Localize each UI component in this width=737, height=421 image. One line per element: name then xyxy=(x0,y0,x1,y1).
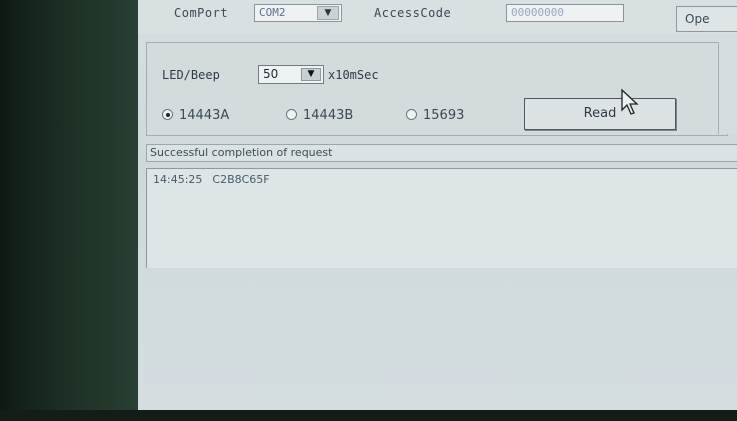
log-output[interactable]: 14:45:25 C2B8C65F xyxy=(146,168,737,268)
radio-selected-icon[interactable] xyxy=(162,109,173,120)
log-uid: C2B8C65F xyxy=(212,173,270,186)
monitor-frame-bottom xyxy=(0,410,737,421)
comport-select[interactable]: COM2 ▼ xyxy=(254,4,342,22)
status-bar: Successful completion of request xyxy=(146,144,737,162)
monitor-bezel xyxy=(0,0,148,421)
radio-unselected-icon[interactable] xyxy=(406,109,417,120)
led-beep-value: 50 xyxy=(263,67,279,81)
radio-label: 15693 xyxy=(423,108,465,123)
chevron-down-icon[interactable]: ▼ xyxy=(301,68,321,81)
toolbar: ComPort COM2 ▼ AccessCode 00000000 Ope xyxy=(138,0,737,34)
open-button[interactable]: Ope xyxy=(676,6,737,32)
access-code-label: AccessCode xyxy=(374,6,452,20)
radio-14443a[interactable]: 14443A xyxy=(162,108,229,123)
comport-value: COM2 xyxy=(259,6,286,19)
app-window: ComPort COM2 ▼ AccessCode 00000000 Ope L… xyxy=(138,0,737,410)
log-time: 14:45:25 xyxy=(153,173,203,186)
led-beep-label: LED/Beep xyxy=(162,68,220,82)
comport-label: ComPort xyxy=(174,6,229,20)
radio-15693[interactable]: 15693 xyxy=(406,108,464,123)
side-panel xyxy=(718,42,737,134)
status-text: Successful completion of request xyxy=(150,146,333,159)
mouse-cursor-icon xyxy=(621,88,639,115)
read-button-label: Read xyxy=(583,106,617,121)
log-entry: 14:45:25 C2B8C65F xyxy=(153,173,280,186)
access-code-input[interactable]: 00000000 xyxy=(506,4,624,22)
open-button-label: Ope xyxy=(685,12,710,26)
led-beep-select[interactable]: 50 ▼ xyxy=(258,65,324,84)
radio-label: 14443A xyxy=(179,108,230,123)
radio-label: 14443B xyxy=(303,108,354,123)
read-button[interactable]: Read xyxy=(524,98,676,130)
led-beep-unit: x10mSec xyxy=(328,68,379,82)
radio-unselected-icon[interactable] xyxy=(286,109,297,120)
chevron-down-icon[interactable]: ▼ xyxy=(317,6,339,20)
access-code-value: 00000000 xyxy=(511,6,564,19)
radio-14443b[interactable]: 14443B xyxy=(286,108,353,123)
